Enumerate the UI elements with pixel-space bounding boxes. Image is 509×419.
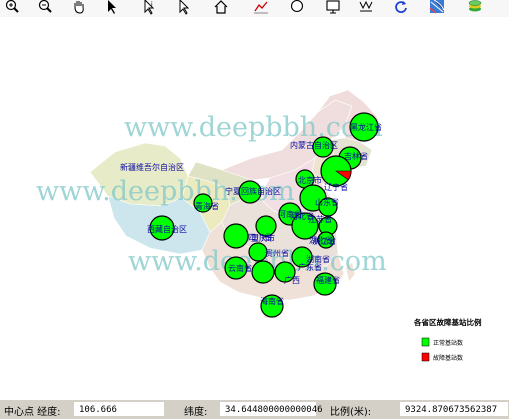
province-label: 河南省 <box>278 209 302 219</box>
zoom-in-button[interactable] <box>3 0 21 17</box>
circle-button[interactable] <box>288 0 306 17</box>
globe-button[interactable] <box>428 0 446 17</box>
province-label: 重庆市 <box>251 233 275 243</box>
latitude-label: 纬度: <box>184 407 208 418</box>
province-label: 宁夏回族自治区 <box>225 186 281 196</box>
province-label: 北京市 <box>298 175 322 185</box>
ruler-button[interactable] <box>357 0 375 17</box>
home-button[interactable] <box>212 0 230 17</box>
refresh-button[interactable] <box>392 0 410 17</box>
province-label: 海南省 <box>260 296 284 306</box>
province-label: 浙江省 <box>312 236 336 246</box>
province-label: 黑龙江省 <box>350 122 382 132</box>
legend-swatch-fault <box>421 352 430 362</box>
scale-field[interactable]: 9324.870673562387 <box>400 402 508 416</box>
province-pie[interactable] <box>223 223 249 249</box>
legend-title: 各省区故障基站比例 <box>413 317 482 327</box>
select-button[interactable] <box>103 0 121 17</box>
pie-slice-normal <box>223 223 249 249</box>
line-button[interactable] <box>252 0 270 17</box>
screen-button[interactable] <box>324 0 342 17</box>
select-region-button[interactable] <box>175 0 193 17</box>
province-label: 青海省 <box>195 201 219 211</box>
legend-label-normal: 正常基站数 <box>433 339 463 347</box>
pan-button[interactable] <box>70 0 88 17</box>
longitude-field[interactable]: 106.666 <box>74 402 164 416</box>
scale-label: 比例(米): <box>330 407 372 418</box>
province-label: 贵州省 <box>265 248 289 258</box>
watermark-layer: www.deepbbh.com www.deepbbh.com www.deep… <box>36 112 387 277</box>
legend-swatch-normal <box>421 337 430 347</box>
legend-label-fault: 故障基站数 <box>433 354 463 362</box>
map-toolbar: i <box>0 0 509 17</box>
province-label: 广西 <box>284 275 300 285</box>
latitude-field[interactable]: 34.644800000000046 <box>220 402 323 416</box>
province-label: 广东省 <box>298 262 322 272</box>
select-info-button[interactable]: i <box>140 0 158 17</box>
province-label: 福建省 <box>316 275 340 285</box>
province-label: 云南省 <box>228 263 252 273</box>
province-label: 辽宁省 <box>324 182 348 192</box>
province-label: 江苏省 <box>308 214 332 224</box>
china-map[interactable]: www.deepbbh.com www.deepbbh.com www.deep… <box>0 17 509 400</box>
province-label: 吉林省 <box>344 151 368 161</box>
watermark-text: www.deepbbh.com <box>124 112 383 143</box>
map-legend: 各省区故障基站比例 正常基站数 故障基站数 <box>413 317 482 362</box>
svg-text:i: i <box>151 1 153 8</box>
province-pie[interactable] <box>251 260 275 284</box>
province-label: 新疆维吾尔自治区 <box>120 162 184 172</box>
layers-button[interactable] <box>466 0 484 17</box>
province-label: 山东省 <box>315 197 339 207</box>
zoom-out-button[interactable] <box>36 0 54 17</box>
province-label: 西藏自治区 <box>147 224 187 234</box>
pie-slice-normal <box>251 260 275 284</box>
province-label: 内蒙古自治区 <box>290 140 338 150</box>
status-bar: 中心点 经度: 106.666 纬度: 34.644800000000046 比… <box>0 400 509 419</box>
center-longitude-label: 中心点 经度: <box>4 407 61 418</box>
